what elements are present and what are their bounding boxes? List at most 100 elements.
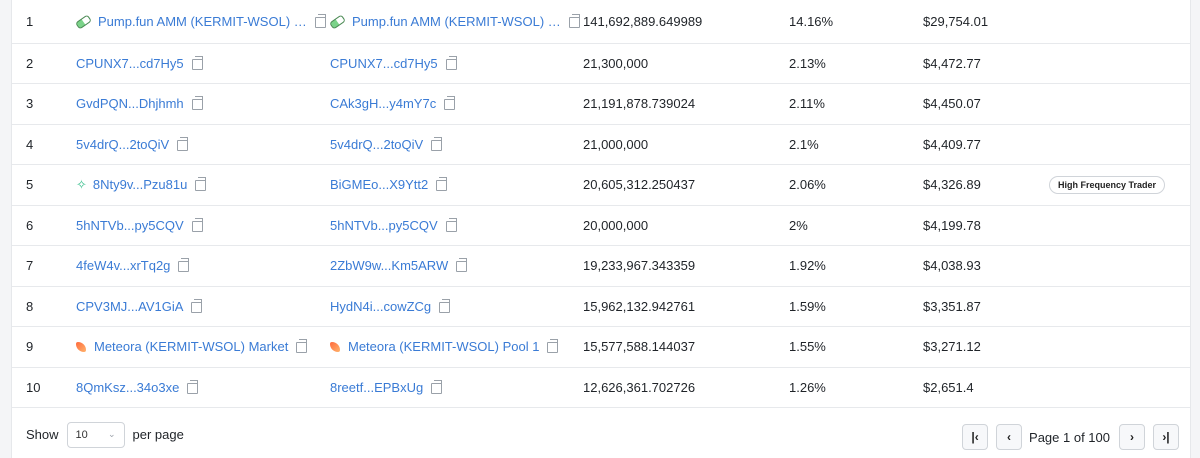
token-account-link[interactable]: Pump.fun AMM (KERMIT-WSOL) … — [352, 14, 561, 29]
copy-icon[interactable] — [191, 217, 203, 232]
owner-link[interactable]: 5v4drQ...2toQiV — [76, 137, 169, 152]
copy-icon[interactable] — [191, 96, 203, 111]
copy-icon[interactable] — [195, 177, 207, 192]
copy-icon[interactable] — [456, 258, 468, 273]
owner-link[interactable]: 4feW4v...xrTq2g — [76, 258, 170, 273]
rank-cell: 4 — [26, 136, 34, 152]
token-account-wrap: 5v4drQ...2toQiV — [330, 136, 443, 152]
token-account-wrap: 8reetf...EPBxUg — [330, 379, 443, 395]
percentage-cell: 1.55% — [789, 339, 826, 355]
owner-cell: GvdPQN...Dhjhmh — [76, 84, 330, 125]
owner-link[interactable]: CPV3MJ...AV1GiA — [76, 299, 183, 314]
owner-wrap: CPV3MJ...AV1GiA — [76, 298, 203, 314]
token-account-cell: 5hNTVb...py5CQV — [330, 205, 583, 246]
token-account-link[interactable]: 8reetf...EPBxUg — [330, 380, 423, 395]
owner-link[interactable]: CPUNX7...cd7Hy5 — [76, 56, 184, 71]
quantity-cell: 141,692,889.649989 — [583, 13, 703, 29]
owner-link[interactable]: 8Nty9v...Pzu81u — [93, 177, 187, 192]
owner-cell: 5v4drQ...2toQiV — [76, 124, 330, 165]
owner-link[interactable]: 8QmKsz...34o3xe — [76, 380, 179, 395]
rank-cell: 6 — [26, 217, 34, 233]
page-size-select[interactable]: 10 ⌄ — [66, 421, 125, 448]
owner-wrap: 4feW4v...xrTq2g — [76, 258, 190, 273]
rank-cell: 3 — [26, 96, 34, 112]
percentage-cell: 14.16% — [789, 13, 834, 29]
tag-cell — [1049, 286, 1190, 327]
owner-wrap: Meteora (KERMIT-WSOL) Market — [76, 339, 308, 354]
copy-icon[interactable] — [431, 379, 443, 394]
meteora-icon — [330, 341, 340, 352]
last-page-icon: ›| — [1162, 430, 1170, 444]
tag-cell — [1049, 367, 1190, 408]
token-account-link[interactable]: 5hNTVb...py5CQV — [330, 218, 438, 233]
copy-icon[interactable] — [436, 177, 448, 192]
copy-icon[interactable] — [187, 379, 199, 394]
show-label: Show — [26, 427, 59, 442]
tag-cell — [1049, 327, 1190, 368]
table-row: 10 8QmKsz...34o3xe 8reetf...EPBxUg 12,626,3… — [12, 367, 1190, 408]
tag-cell — [1049, 205, 1190, 246]
copy-icon[interactable] — [314, 14, 326, 28]
token-account-cell: 2ZbW9w...Km5ARW — [330, 246, 583, 287]
meteora-icon — [76, 341, 86, 352]
token-account-link[interactable]: Meteora (KERMIT-WSOL) Pool 1 — [348, 339, 539, 354]
tag-cell — [1049, 84, 1190, 125]
rank-cell: 9 — [26, 339, 34, 355]
token-account-cell: CAk3gH...y4mY7c — [330, 84, 583, 125]
token-account-link[interactable]: 2ZbW9w...Km5ARW — [330, 258, 448, 273]
value-cell: $4,472.77 — [923, 55, 981, 71]
owner-cell: Pump.fun AMM (KERMIT-WSOL) … — [76, 0, 330, 43]
copy-icon[interactable] — [445, 55, 457, 70]
quantity-cell: 20,000,000 — [583, 217, 649, 233]
tag-badge: High Frequency Trader — [1049, 175, 1166, 194]
copy-icon[interactable] — [445, 217, 457, 232]
tag-cell — [1049, 124, 1190, 165]
value-cell: $29,754.01 — [923, 13, 989, 29]
copy-icon[interactable] — [191, 298, 203, 313]
token-account-link[interactable]: CAk3gH...y4mY7c — [330, 96, 436, 111]
token-account-link[interactable]: BiGMEo...X9Ytt2 — [330, 177, 428, 192]
rank-cell: 8 — [26, 298, 34, 314]
quantity-cell: 21,000,000 — [583, 136, 649, 152]
token-account-cell: HydN4i...cowZCg — [330, 286, 583, 327]
copy-icon[interactable] — [444, 96, 456, 111]
quantity-cell: 19,233,967.343359 — [583, 258, 696, 274]
holders-panel: 1 Pump.fun AMM (KERMIT-WSOL) … Pump.fun AM… — [11, 0, 1191, 458]
owner-link[interactable]: 5hNTVb...py5CQV — [76, 218, 184, 233]
copy-icon[interactable] — [431, 136, 443, 151]
holders-table: 1 Pump.fun AMM (KERMIT-WSOL) … Pump.fun AM… — [12, 0, 1190, 408]
copy-icon[interactable] — [547, 339, 559, 353]
value-cell: $2,651.4 — [923, 379, 974, 395]
quantity-cell: 12,626,361.702726 — [583, 379, 696, 395]
value-cell: $4,199.78 — [923, 217, 981, 233]
token-account-cell: BiGMEo...X9Ytt2 — [330, 165, 583, 206]
last-page-button[interactable]: ›| — [1153, 424, 1179, 450]
token-account-wrap: HydN4i...cowZCg — [330, 298, 451, 314]
percentage-cell: 2.06% — [789, 177, 826, 193]
copy-icon[interactable] — [178, 258, 190, 273]
token-account-link[interactable]: CPUNX7...cd7Hy5 — [330, 56, 438, 71]
owner-link[interactable]: Meteora (KERMIT-WSOL) Market — [94, 339, 288, 354]
first-page-button[interactable]: |‹ — [962, 424, 989, 450]
copy-icon[interactable] — [177, 136, 189, 151]
copy-icon[interactable] — [191, 55, 203, 70]
copy-icon[interactable] — [568, 14, 580, 28]
tag-cell: High Frequency Trader — [1049, 165, 1190, 206]
percentage-cell: 2.13% — [789, 55, 826, 71]
copy-icon[interactable] — [296, 339, 308, 353]
table-row: 1 Pump.fun AMM (KERMIT-WSOL) … Pump.fun AM… — [12, 0, 1190, 43]
table-row: 4 5v4drQ...2toQiV 5v4drQ...2toQiV 21,000,00… — [12, 124, 1190, 165]
prev-page-button[interactable]: ‹ — [996, 424, 1023, 450]
page-size-value: 10 — [75, 428, 88, 441]
token-account-link[interactable]: 5v4drQ...2toQiV — [330, 137, 423, 152]
table-row: 6 5hNTVb...py5CQV 5hNTVb...py5CQV 20,000,00… — [12, 205, 1190, 246]
owner-link[interactable]: Pump.fun AMM (KERMIT-WSOL) … — [98, 14, 307, 29]
token-account-link[interactable]: HydN4i...cowZCg — [330, 299, 431, 314]
copy-icon[interactable] — [439, 298, 451, 313]
owner-cell: 4feW4v...xrTq2g — [76, 246, 330, 287]
owner-wrap: Pump.fun AMM (KERMIT-WSOL) … — [76, 13, 326, 30]
next-page-button[interactable]: › — [1119, 424, 1145, 450]
owner-link[interactable]: GvdPQN...Dhjhmh — [76, 96, 184, 111]
pagination-bar: Show 10 ⌄ per page |‹ ‹ Page 1 of 100 › … — [12, 411, 1190, 458]
quantity-cell: 15,577,588.144037 — [583, 339, 696, 355]
